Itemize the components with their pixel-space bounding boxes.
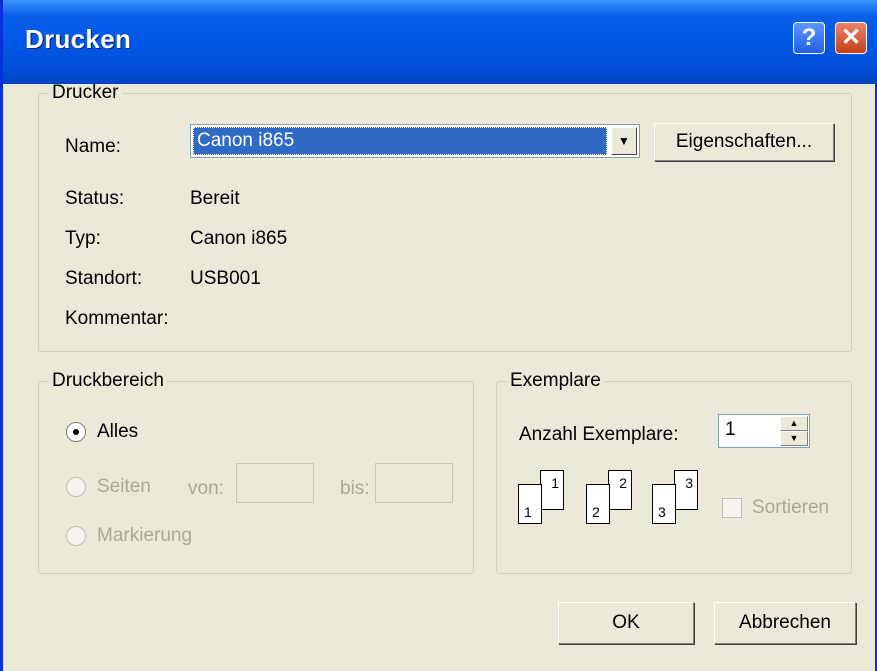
status-label: Status: — [65, 188, 125, 209]
radio-all[interactable] — [66, 422, 86, 442]
radio-selected-dot — [73, 429, 79, 435]
close-button[interactable]: ✕ — [835, 22, 867, 54]
dropdown-arrow-icon[interactable]: ▼ — [611, 127, 637, 155]
page-icon: 1 — [518, 484, 542, 524]
spin-up-icon[interactable]: ▲ — [780, 416, 808, 431]
page-icon: 3 — [674, 470, 698, 510]
from-label: von: — [188, 478, 224, 499]
ok-button[interactable]: OK — [558, 602, 694, 644]
radio-all-label: Alles — [97, 421, 139, 442]
type-label: Typ: — [65, 228, 101, 249]
printer-name-label: Name: — [65, 136, 121, 157]
copies-spinner[interactable]: 1 ▲ ▼ — [718, 414, 810, 448]
page-icon: 3 — [652, 484, 676, 524]
radio-pages-label: Seiten — [97, 476, 151, 497]
help-icon: ? — [801, 24, 817, 51]
page-icon: 1 — [540, 470, 564, 510]
comment-label: Kommentar: — [65, 308, 169, 329]
radio-selection-label: Markierung — [97, 525, 193, 546]
radio-selection[interactable] — [66, 526, 86, 546]
collate-label: Sortieren — [752, 497, 830, 518]
spin-down-icon[interactable]: ▼ — [780, 431, 808, 446]
from-page-input[interactable] — [236, 463, 314, 503]
properties-button[interactable]: Eigenschaften... — [654, 123, 834, 161]
print-range-label: Druckbereich — [52, 370, 164, 391]
printer-name-dropdown[interactable]: Canon i865 ▼ — [190, 124, 640, 158]
status-value: Bereit — [190, 188, 240, 209]
copies-count-label: Anzahl Exemplare: — [519, 424, 679, 445]
to-page-input[interactable] — [375, 463, 453, 503]
type-value: Canon i865 — [190, 228, 288, 249]
close-icon: ✕ — [840, 24, 862, 51]
title-bar[interactable]: Drucken ? ✕ — [3, 0, 877, 84]
to-label: bis: — [340, 478, 370, 499]
printer-name-value: Canon i865 — [193, 127, 607, 155]
location-label: Standort: — [65, 268, 143, 289]
collate-icon-set-2: 2 2 — [586, 470, 656, 536]
printer-group-label: Drucker — [52, 82, 119, 103]
collate-icon-set-3: 3 3 — [652, 470, 722, 536]
page-icon: 2 — [586, 484, 610, 524]
copies-count-value: 1 — [725, 419, 736, 440]
help-button[interactable]: ? — [793, 22, 825, 54]
collate-checkbox[interactable] — [722, 498, 742, 518]
cancel-button[interactable]: Abbrechen — [714, 602, 856, 644]
collate-icon-set-1: 1 1 — [518, 470, 588, 536]
copies-group-label: Exemplare — [510, 370, 601, 391]
location-value: USB001 — [190, 268, 261, 289]
page-icon: 2 — [608, 470, 632, 510]
radio-pages[interactable] — [66, 477, 86, 497]
window-title: Drucken — [25, 24, 132, 54]
